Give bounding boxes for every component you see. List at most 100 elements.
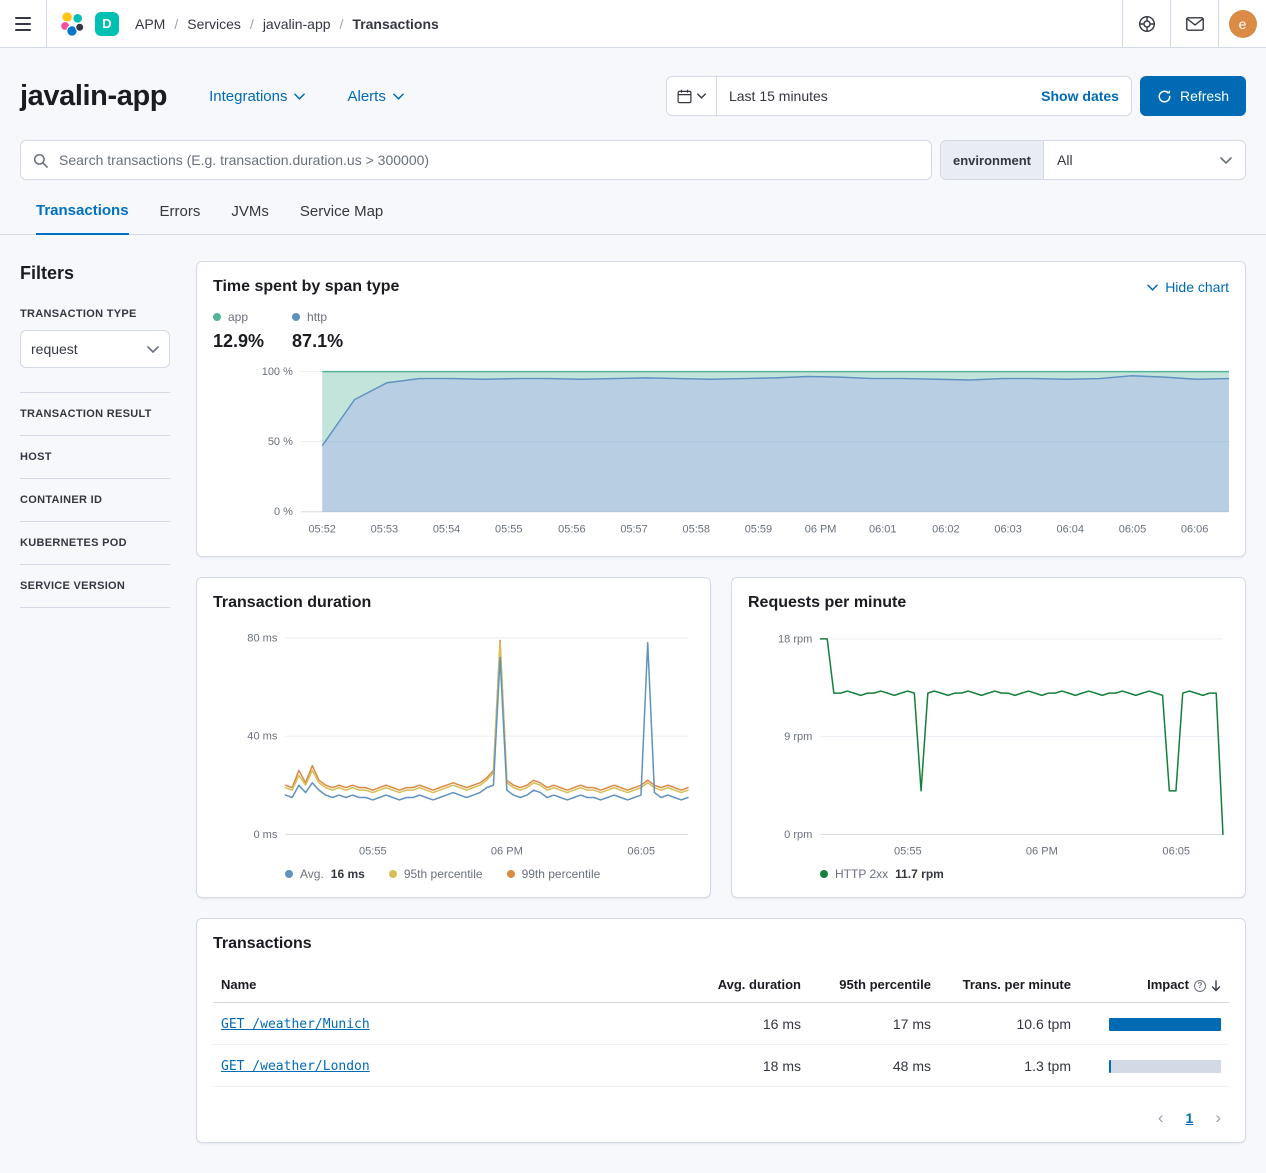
column-trans-per-minute[interactable]: Trans. per minute	[939, 967, 1079, 1003]
search-icon	[33, 153, 48, 168]
svg-text:06:04: 06:04	[1057, 524, 1084, 536]
refresh-button[interactable]: Refresh	[1140, 76, 1246, 116]
p99-legend-dot	[507, 870, 515, 878]
svg-text:05:53: 05:53	[371, 524, 398, 536]
next-page-button[interactable]: ›	[1215, 1109, 1221, 1126]
svg-text:06:03: 06:03	[994, 524, 1021, 536]
tab-transactions[interactable]: Transactions	[36, 202, 129, 235]
alerts-dropdown[interactable]: Alerts	[347, 88, 403, 105]
chevron-down-icon	[294, 93, 305, 100]
search-row: environment All	[20, 140, 1246, 180]
filters-title: Filters	[20, 263, 170, 284]
transaction-link-london[interactable]: GET /weather/London	[221, 1059, 370, 1074]
impact-info-icon[interactable]: ?	[1194, 980, 1206, 992]
breadcrumb-service[interactable]: javalin-app	[241, 16, 331, 32]
svg-text:05:57: 05:57	[620, 524, 647, 536]
elastic-logo	[59, 11, 85, 37]
top-bar: D APM Services javalin-app Transactions	[0, 0, 1266, 48]
help-button[interactable]	[1122, 0, 1170, 48]
prev-page-button[interactable]: ‹	[1158, 1109, 1164, 1126]
legend-http[interactable]: http 87.1%	[292, 310, 343, 352]
svg-text:05:54: 05:54	[433, 524, 460, 536]
svg-text:06:05: 06:05	[627, 845, 655, 857]
cell-avg: 16 ms	[689, 1003, 809, 1045]
tab-jvms[interactable]: JVMs	[231, 202, 269, 234]
breadcrumb-current: Transactions	[331, 16, 439, 32]
breadcrumb-apm[interactable]: APM	[135, 16, 165, 32]
filter-transaction-result[interactable]: TRANSACTION RESULT	[20, 393, 170, 436]
column-95th-percentile[interactable]: 95th percentile	[809, 967, 939, 1003]
quick-select-button[interactable]	[667, 77, 717, 115]
legend-99th[interactable]: 99th percentile	[507, 867, 601, 881]
calendar-icon	[677, 89, 692, 104]
requests-per-minute-chart[interactable]: 0 rpm9 rpm18 rpm05:5506 PM06:05	[748, 620, 1229, 862]
service-tabs: Transactions Errors JVMs Service Map	[0, 202, 1266, 235]
breadcrumb-services[interactable]: Services	[165, 16, 241, 32]
time-spent-title: Time spent by span type	[213, 278, 399, 296]
svg-text:05:56: 05:56	[558, 524, 585, 536]
space-badge[interactable]: D	[95, 12, 119, 36]
user-menu-button[interactable]: e	[1218, 0, 1266, 48]
svg-text:05:58: 05:58	[683, 524, 710, 536]
svg-text:0 rpm: 0 rpm	[784, 828, 812, 840]
table-row: GET /weather/London 18 ms 48 ms 1.3 tpm	[213, 1045, 1229, 1087]
tab-service-map[interactable]: Service Map	[300, 202, 383, 234]
filter-kubernetes-pod[interactable]: KUBERNETES POD	[20, 522, 170, 565]
app-legend-dot	[213, 313, 221, 321]
chevron-down-icon	[1220, 157, 1232, 164]
transactions-table-panel: Transactions Name Avg. duration 95th per…	[196, 918, 1246, 1143]
svg-text:0 %: 0 %	[274, 506, 293, 518]
show-dates-button[interactable]: Show dates	[1041, 88, 1131, 104]
lifebuoy-icon	[1138, 15, 1156, 33]
table-row: GET /weather/Munich 16 ms 17 ms 10.6 tpm	[213, 1003, 1229, 1045]
mail-button[interactable]	[1170, 0, 1218, 48]
http-percentage: 87.1%	[292, 331, 343, 352]
time-range-value[interactable]: Last 15 minutes	[717, 88, 1041, 104]
sort-desc-icon	[1211, 980, 1221, 992]
tab-errors[interactable]: Errors	[160, 202, 201, 234]
transaction-type-value: request	[31, 341, 78, 357]
svg-text:06:06: 06:06	[1181, 524, 1208, 536]
svg-text:100 %: 100 %	[262, 366, 293, 378]
cell-tpm: 1.3 tpm	[939, 1045, 1079, 1087]
svg-text:06 PM: 06 PM	[805, 524, 837, 536]
avg-legend-value: 16 ms	[331, 867, 365, 881]
column-impact[interactable]: Impact?	[1079, 967, 1229, 1003]
top-bar-actions: e	[1122, 0, 1266, 47]
span-type-chart[interactable]: 0 %50 %100 %05:5205:5305:5405:5505:5605:…	[213, 360, 1229, 540]
legend-avg[interactable]: Avg.16 ms	[285, 867, 365, 881]
avatar: e	[1229, 10, 1257, 38]
integrations-dropdown[interactable]: Integrations	[209, 88, 305, 105]
page-1-button[interactable]: 1	[1186, 1110, 1194, 1126]
p99-legend-label: 99th percentile	[522, 867, 601, 881]
filter-service-version[interactable]: SERVICE VERSION	[20, 565, 170, 608]
environment-select[interactable]: All	[1044, 141, 1245, 179]
svg-text:05:55: 05:55	[359, 845, 387, 857]
legend-95th[interactable]: 95th percentile	[389, 867, 483, 881]
svg-text:06 PM: 06 PM	[491, 845, 523, 857]
p95-legend-dot	[389, 870, 397, 878]
search-transactions-input[interactable]	[57, 151, 919, 169]
menu-button[interactable]	[0, 0, 47, 48]
svg-text:06:02: 06:02	[932, 524, 959, 536]
legend-app[interactable]: app 12.9%	[213, 310, 264, 352]
avg-legend-dot	[285, 870, 293, 878]
svg-text:06 PM: 06 PM	[1026, 845, 1058, 857]
filter-container-id[interactable]: CONTAINER ID	[20, 479, 170, 522]
app-legend-label: app	[228, 310, 248, 324]
legend-http2xx[interactable]: HTTP 2xx11.7 rpm	[820, 867, 944, 881]
svg-text:50 %: 50 %	[268, 436, 293, 448]
hide-chart-label: Hide chart	[1165, 279, 1229, 295]
hide-chart-button[interactable]: Hide chart	[1147, 279, 1229, 295]
column-avg-duration[interactable]: Avg. duration	[689, 967, 809, 1003]
transaction-type-select[interactable]: request	[20, 330, 170, 368]
transaction-duration-chart[interactable]: 0 ms40 ms80 ms05:5506 PM06:05	[213, 620, 694, 862]
filters-sidebar: Filters TRANSACTION TYPE request TRANSAC…	[20, 261, 170, 1163]
transaction-link-munich[interactable]: GET /weather/Munich	[221, 1017, 370, 1032]
filter-host[interactable]: HOST	[20, 436, 170, 479]
column-name[interactable]: Name	[213, 967, 689, 1003]
time-spent-panel: Time spent by span type Hide chart app 1…	[196, 261, 1246, 557]
search-box	[20, 140, 932, 180]
impact-bar	[1109, 1060, 1221, 1073]
chevron-down-icon	[393, 93, 404, 100]
